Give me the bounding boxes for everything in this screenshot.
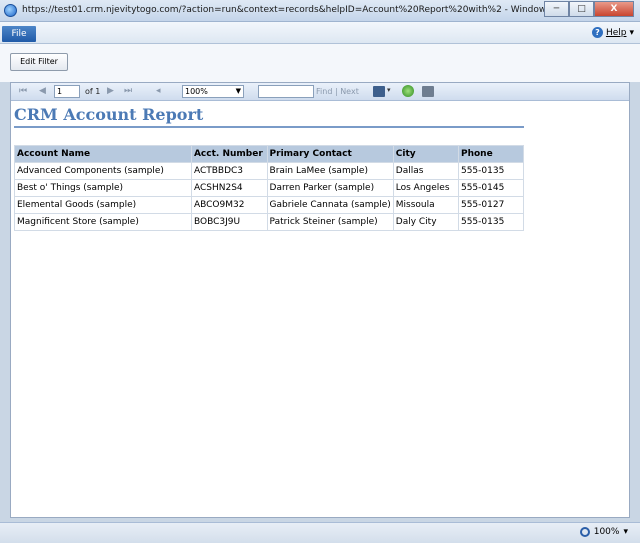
table-row: Elemental Goods (sample) ABCO9M32 Gabrie… — [14, 196, 525, 214]
zoom-select[interactable]: 100% ▼ — [182, 85, 244, 98]
filter-bar: Edit Filter — [0, 44, 640, 82]
export-dropdown-icon[interactable]: ▾ — [387, 86, 391, 94]
file-menu[interactable]: File — [2, 26, 36, 42]
cell-account-name: Elemental Goods (sample) — [14, 196, 192, 214]
report-table: Account Name Acct. Number Primary Contac… — [14, 145, 525, 231]
report-toolbar: ⏮ ◀ 1 of 1 ▶ ⏭ ◂ 100% ▼ Find | Next ▾ — [11, 83, 629, 101]
edit-filter-button[interactable]: Edit Filter — [10, 53, 68, 71]
cell-account-name: Best o' Things (sample) — [14, 179, 192, 197]
cell-phone: 555-0135 — [457, 213, 525, 231]
cell-city: Daly City — [392, 213, 459, 231]
chevron-down-icon: ▾ — [629, 27, 634, 38]
help-menu[interactable]: ? Help ▾ — [591, 27, 634, 38]
previous-page-icon[interactable]: ◀ — [39, 86, 46, 96]
table-row: Advanced Components (sample) ACTBBDC3 Br… — [14, 162, 525, 180]
cell-acct-number: ABCO9M32 — [190, 196, 268, 214]
chevron-down-icon: ▼ — [235, 87, 241, 95]
column-header-acct-number: Acct. Number — [190, 145, 268, 163]
cell-acct-number: ACSHN2S4 — [190, 179, 268, 197]
cell-phone: 555-0127 — [457, 196, 525, 214]
cell-primary-contact: Brain LaMee (sample) — [266, 162, 394, 180]
chevron-down-icon: ▾ — [623, 527, 628, 537]
help-icon: ? — [591, 27, 603, 38]
zoom-level: 100% — [593, 527, 620, 537]
window-title: https://test01.crm.njevitytogo.com/?acti… — [22, 5, 630, 15]
cell-account-name: Advanced Components (sample) — [14, 162, 192, 180]
status-bar: 100% ▾ — [0, 522, 640, 543]
cell-acct-number: BOBC3J9U — [190, 213, 268, 231]
zoom-select-value: 100% — [185, 87, 208, 96]
page-number-input[interactable]: 1 — [54, 85, 80, 98]
cell-city: Dallas — [392, 162, 459, 180]
minimize-button[interactable]: ─ — [544, 1, 569, 17]
cell-city: Los Angeles — [392, 179, 459, 197]
table-header-row: Account Name Acct. Number Primary Contac… — [14, 145, 525, 163]
first-page-icon[interactable]: ⏮ — [19, 86, 27, 96]
title-bar: https://test01.crm.njevitytogo.com/?acti… — [0, 0, 640, 22]
last-page-icon[interactable]: ⏭ — [124, 86, 132, 96]
column-header-primary-contact: Primary Contact — [266, 145, 394, 163]
find-divider: | — [334, 87, 338, 96]
column-header-city: City — [392, 145, 459, 163]
zoom-status[interactable]: 100% ▾ — [579, 527, 628, 537]
cell-primary-contact: Darren Parker (sample) — [266, 179, 394, 197]
internet-explorer-icon — [4, 4, 17, 17]
cell-phone: 555-0145 — [457, 179, 525, 197]
maximize-button[interactable]: □ — [569, 1, 594, 17]
report-title: CRM Account Report — [14, 105, 204, 124]
cell-primary-contact: Gabriele Cannata (sample) — [266, 196, 394, 214]
find-next-link[interactable]: Next — [340, 87, 359, 96]
back-icon[interactable]: ◂ — [156, 86, 161, 96]
cell-account-name: Magnificent Store (sample) — [14, 213, 192, 231]
table-row: Magnificent Store (sample) BOBC3J9U Patr… — [14, 213, 525, 231]
cell-primary-contact: Patrick Steiner (sample) — [266, 213, 394, 231]
cell-acct-number: ACTBBDC3 — [190, 162, 268, 180]
find-input[interactable] — [258, 85, 314, 98]
column-header-account-name: Account Name — [14, 145, 192, 163]
column-header-phone: Phone — [457, 145, 525, 163]
next-page-icon[interactable]: ▶ — [107, 86, 114, 96]
title-divider — [14, 126, 524, 128]
find-controls: Find | Next — [316, 87, 359, 96]
report-viewer: ⏮ ◀ 1 of 1 ▶ ⏭ ◂ 100% ▼ Find | Next ▾ CR… — [10, 82, 630, 518]
help-label: Help — [605, 27, 627, 38]
close-button[interactable]: X — [594, 1, 634, 17]
page-count: of 1 — [85, 87, 101, 96]
menu-bar: File ? Help ▾ — [0, 22, 640, 44]
cell-phone: 555-0135 — [457, 162, 525, 180]
window-controls: ─ □ X — [544, 1, 634, 17]
table-row: Best o' Things (sample) ACSHN2S4 Darren … — [14, 179, 525, 197]
print-icon[interactable] — [422, 86, 434, 97]
export-icon[interactable] — [373, 86, 385, 97]
magnifier-icon — [579, 527, 590, 537]
refresh-icon[interactable] — [402, 85, 414, 97]
find-link[interactable]: Find — [316, 87, 332, 96]
cell-city: Missoula — [392, 196, 459, 214]
